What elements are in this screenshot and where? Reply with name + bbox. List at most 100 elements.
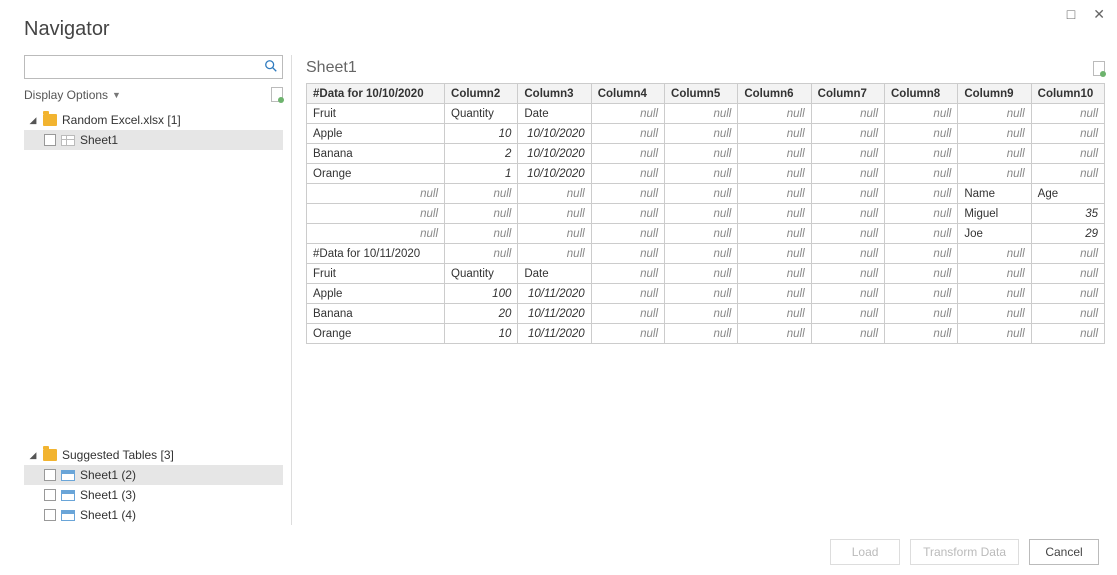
expander-icon[interactable]: ◢ (28, 115, 38, 126)
tree-item-label: Sheet1 (3) (80, 488, 136, 502)
table-cell: null (885, 144, 958, 164)
table-row[interactable]: FruitQuantityDatenullnullnullnullnullnul… (307, 104, 1105, 124)
table-cell: null (811, 124, 884, 144)
table-cell: null (811, 164, 884, 184)
table-cell: null (738, 144, 811, 164)
column-header[interactable]: Column4 (591, 84, 664, 104)
table-cell: null (958, 144, 1031, 164)
column-header[interactable]: Column2 (445, 84, 518, 104)
tree-suggested-node[interactable]: ◢ Suggested Tables [3] (24, 445, 283, 465)
table-cell: null (665, 104, 738, 124)
table-cell: null (591, 104, 664, 124)
table-cell: null (591, 224, 664, 244)
sheet-icon (61, 135, 75, 146)
table-row[interactable]: nullnullnullnullnullnullnullnullJoe29 (307, 224, 1105, 244)
table-cell: null (518, 184, 591, 204)
table-cell: null (738, 124, 811, 144)
table-row[interactable]: Apple1010/10/2020nullnullnullnullnullnul… (307, 124, 1105, 144)
table-row[interactable]: Orange110/10/2020nullnullnullnullnullnul… (307, 164, 1105, 184)
cancel-button[interactable]: Cancel (1029, 539, 1099, 565)
column-header[interactable]: Column7 (811, 84, 884, 104)
table-cell: null (591, 324, 664, 344)
dialog-footer: Load Transform Data Cancel (830, 539, 1099, 565)
table-row[interactable]: #Data for 10/11/2020nullnullnullnullnull… (307, 244, 1105, 264)
maximize-icon[interactable]: □ (1067, 6, 1075, 23)
expander-icon[interactable]: ◢ (28, 450, 38, 461)
table-cell: null (738, 104, 811, 124)
checkbox[interactable] (44, 469, 56, 481)
tree-item-label: Sheet1 (4) (80, 508, 136, 522)
load-button[interactable]: Load (830, 539, 900, 565)
select-related-icon[interactable] (1093, 61, 1105, 76)
table-cell: null (591, 144, 664, 164)
table-cell: Apple (307, 124, 445, 144)
tree-suggested-item[interactable]: Sheet1 (2) (24, 465, 283, 485)
table-cell: null (738, 304, 811, 324)
table-cell: Orange (307, 324, 445, 344)
table-cell: null (811, 324, 884, 344)
table-cell: null (958, 244, 1031, 264)
checkbox[interactable] (44, 489, 56, 501)
display-options-dropdown[interactable]: Display Options ▼ (24, 88, 121, 102)
table-cell: Date (518, 104, 591, 124)
table-cell: null (665, 284, 738, 304)
column-header[interactable]: Column3 (518, 84, 591, 104)
checkbox[interactable] (44, 509, 56, 521)
table-cell: null (958, 284, 1031, 304)
table-cell: Name (958, 184, 1031, 204)
search-icon[interactable] (264, 59, 278, 73)
table-cell: Banana (307, 304, 445, 324)
checkbox[interactable] (44, 134, 56, 146)
table-cell: null (1031, 104, 1104, 124)
display-options-label: Display Options (24, 88, 108, 102)
table-cell: 10/10/2020 (518, 144, 591, 164)
table-row[interactable]: Apple10010/11/2020nullnullnullnullnullnu… (307, 284, 1105, 304)
tree-suggested-item[interactable]: Sheet1 (3) (24, 485, 283, 505)
refresh-preview-icon[interactable] (271, 87, 283, 102)
table-cell: null (958, 164, 1031, 184)
table-cell: null (307, 204, 445, 224)
table-cell: null (1031, 284, 1104, 304)
tree-file-node[interactable]: ◢ Random Excel.xlsx [1] (24, 110, 283, 130)
tree-sheet-node[interactable]: Sheet1 (24, 130, 283, 150)
table-cell: #Data for 10/11/2020 (307, 244, 445, 264)
table-row[interactable]: nullnullnullnullnullnullnullnullMiguel35 (307, 204, 1105, 224)
transform-data-button[interactable]: Transform Data (910, 539, 1019, 565)
table-cell: 10/11/2020 (518, 284, 591, 304)
tree-suggested-item[interactable]: Sheet1 (4) (24, 505, 283, 525)
table-row[interactable]: nullnullnullnullnullnullnullnullNameAge (307, 184, 1105, 204)
close-icon[interactable]: ✕ (1093, 6, 1105, 23)
column-header[interactable]: Column5 (665, 84, 738, 104)
table-cell: Quantity (445, 104, 518, 124)
table-cell: null (1031, 164, 1104, 184)
table-cell: null (591, 264, 664, 284)
table-cell: Miguel (958, 204, 1031, 224)
suggested-tree: ◢ Suggested Tables [3] Sheet1 (2) Sheet1… (24, 445, 283, 525)
table-row[interactable]: FruitQuantityDatenullnullnullnullnullnul… (307, 264, 1105, 284)
chevron-down-icon: ▼ (112, 90, 121, 100)
table-cell: null (885, 284, 958, 304)
table-cell: null (665, 164, 738, 184)
table-row[interactable]: Orange1010/11/2020nullnullnullnullnullnu… (307, 324, 1105, 344)
table-cell: null (738, 284, 811, 304)
table-cell: null (665, 224, 738, 244)
column-header[interactable]: Column10 (1031, 84, 1104, 104)
column-header[interactable]: Column9 (958, 84, 1031, 104)
column-header[interactable]: #Data for 10/10/2020 (307, 84, 445, 104)
table-row[interactable]: Banana210/10/2020nullnullnullnullnullnul… (307, 144, 1105, 164)
table-cell: 10 (445, 124, 518, 144)
table-cell: null (885, 204, 958, 224)
table-cell: null (518, 204, 591, 224)
table-cell: null (885, 244, 958, 264)
preview-grid: #Data for 10/10/2020Column2Column3Column… (306, 83, 1105, 344)
table-cell: null (665, 244, 738, 264)
table-cell: null (307, 184, 445, 204)
table-cell: null (1031, 264, 1104, 284)
search-input[interactable] (24, 55, 283, 79)
table-cell: null (811, 284, 884, 304)
table-cell: null (885, 184, 958, 204)
column-header[interactable]: Column8 (885, 84, 958, 104)
column-header[interactable]: Column6 (738, 84, 811, 104)
table-icon (61, 470, 75, 481)
table-row[interactable]: Banana2010/11/2020nullnullnullnullnullnu… (307, 304, 1105, 324)
